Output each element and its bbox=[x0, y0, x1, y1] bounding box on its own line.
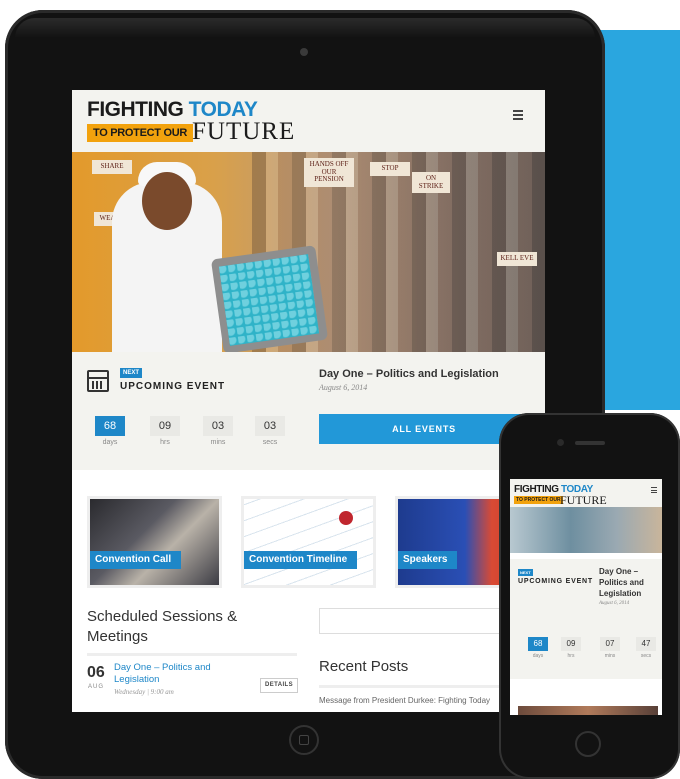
phone-feature-thumbnail[interactable] bbox=[518, 706, 658, 715]
upcoming-event-heading: UPCOMING EVENT bbox=[120, 381, 226, 392]
session-time: Wednesday | 9:00 am bbox=[114, 688, 174, 696]
push-pin-icon bbox=[339, 511, 353, 525]
feature-card-convention-timeline[interactable]: Convention Timeline bbox=[241, 496, 376, 588]
phone-countdown-hours: 09 hrs bbox=[561, 637, 581, 659]
phone-upcoming-event: NEXT UPCOMING EVENT Day One – Politics a… bbox=[510, 559, 662, 679]
scheduled-sessions: Scheduled Sessions & Meetings 06 AUG Day… bbox=[87, 607, 298, 710]
phone-event-date: August 6, 2014 bbox=[599, 601, 630, 606]
next-badge: NEXT bbox=[120, 368, 143, 378]
protest-sign: HANDS OFF OUR PENSION bbox=[304, 158, 354, 188]
phone-home-button[interactable] bbox=[575, 731, 601, 757]
countdown-seconds: 03 secs bbox=[255, 416, 285, 446]
logo-tagline: TO PROTECT OUR bbox=[87, 124, 193, 142]
phone-camera bbox=[557, 439, 564, 446]
hero-image: SHARE WEALTH HANDS OFF OUR PENSION STOP … bbox=[72, 152, 545, 352]
protest-sign: ON STRIKE bbox=[412, 172, 450, 194]
tablet-camera bbox=[300, 48, 308, 56]
event-title[interactable]: Day One – Politics and Legislation bbox=[319, 368, 499, 380]
session-item: 06 AUG Day One – Politics and Legislatio… bbox=[87, 660, 298, 710]
phone-hero-image bbox=[510, 507, 662, 553]
countdown-days: 68 days bbox=[95, 416, 125, 446]
phone-countdown-seconds: 47 secs bbox=[636, 637, 656, 659]
tablet-screen: FIGHTING TODAY TO PROTECT OUR FUTURE SHA… bbox=[72, 90, 545, 712]
feature-label: Speakers bbox=[398, 551, 458, 569]
calendar-icon bbox=[87, 370, 109, 392]
protest-sign: KELL EVE bbox=[497, 252, 537, 266]
tablet-home-button[interactable] bbox=[289, 725, 319, 755]
hamburger-menu-icon[interactable] bbox=[513, 110, 523, 122]
phone-logo-tagline: TO PROTECT OUR bbox=[514, 496, 563, 504]
session-title-link[interactable]: Day One – Politics and Legislation bbox=[114, 662, 234, 686]
phone-screen: FIGHTING TODAY TO PROTECT OUR FUTURE NEX… bbox=[510, 479, 662, 715]
countdown-minutes: 03 mins bbox=[203, 416, 233, 446]
phone-logo-future: FUTURE bbox=[560, 493, 607, 507]
site-header: FIGHTING TODAY TO PROTECT OUR FUTURE bbox=[72, 90, 545, 152]
feature-card-convention-call[interactable]: Convention Call bbox=[87, 496, 222, 588]
phone-speaker bbox=[575, 441, 605, 445]
protest-sign: SHARE bbox=[92, 160, 132, 174]
phone-frame: FIGHTING TODAY TO PROTECT OUR FUTURE NEX… bbox=[499, 413, 680, 779]
phone-countdown-days: 68 days bbox=[528, 637, 548, 659]
phone-hamburger-menu-icon[interactable] bbox=[651, 487, 657, 495]
phone-next-badge: NEXT bbox=[518, 569, 533, 576]
protest-sign: STOP bbox=[370, 162, 410, 176]
feature-label: Convention Timeline bbox=[244, 551, 358, 569]
blue-backdrop-panel bbox=[600, 30, 680, 410]
session-day: 06 bbox=[87, 664, 105, 681]
countdown-hours: 09 hrs bbox=[150, 416, 180, 446]
phone-site-header: FIGHTING TODAY TO PROTECT OUR FUTURE bbox=[510, 479, 662, 507]
device-mockup-stage: FIGHTING TODAY TO PROTECT OUR FUTURE SHA… bbox=[0, 0, 680, 779]
all-events-button[interactable]: ALL EVENTS bbox=[319, 414, 529, 444]
logo-future: FUTURE bbox=[192, 118, 296, 145]
upcoming-event-section: NEXT UPCOMING EVENT Day One – Politics a… bbox=[72, 352, 545, 470]
session-month: AUG bbox=[88, 684, 105, 690]
phone-upcoming-heading: UPCOMING EVENT bbox=[518, 578, 593, 585]
feature-thumbnails: Convention Call Convention Timeline Spea… bbox=[72, 490, 545, 594]
feature-label: Convention Call bbox=[90, 551, 182, 569]
phone-event-title[interactable]: Day One – Politics and Legislation bbox=[599, 566, 659, 599]
details-button[interactable]: DETAILS bbox=[260, 678, 298, 693]
sessions-heading: Scheduled Sessions & Meetings bbox=[87, 608, 238, 645]
event-date: August 6, 2014 bbox=[319, 383, 368, 392]
phone-countdown-minutes: 07 mins bbox=[600, 637, 620, 659]
